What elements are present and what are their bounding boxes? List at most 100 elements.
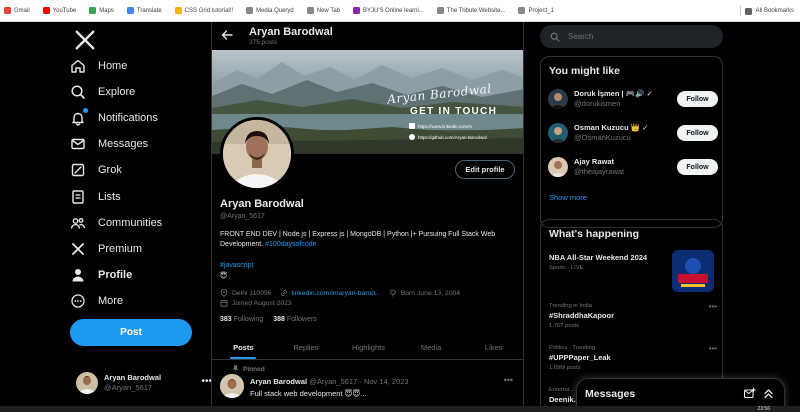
profile-name: Aryan Barodwal bbox=[220, 198, 304, 210]
show-more-link[interactable]: Show more bbox=[549, 193, 587, 202]
bookmark-byjus[interactable]: BYJU'S Online learni... bbox=[353, 7, 424, 14]
compose-message-icon[interactable] bbox=[743, 387, 756, 400]
trend-subtitle: Sports · LIVE bbox=[549, 265, 584, 271]
nav-grok[interactable]: Grok bbox=[70, 159, 122, 181]
account-handle: @Aryan_5617 bbox=[104, 383, 153, 392]
profile-tabs: Posts Replies Highlights Media Likes bbox=[212, 336, 523, 360]
search-icon bbox=[550, 32, 560, 42]
profile-avatar[interactable] bbox=[220, 117, 294, 191]
system-clock: 23:56 bbox=[757, 406, 770, 412]
search-bar[interactable] bbox=[540, 25, 723, 48]
nav-notifications[interactable]: Notifications bbox=[70, 107, 158, 129]
globe-icon bbox=[518, 7, 526, 14]
profile-handle: @Aryan_5617 bbox=[220, 213, 265, 220]
follow-button[interactable]: Follow bbox=[677, 125, 718, 141]
list-icon bbox=[70, 189, 86, 205]
expand-chevron-icon[interactable] bbox=[762, 387, 775, 400]
bookmark-gmail[interactable]: Gmail bbox=[4, 7, 30, 14]
bookmark-translate[interactable]: Translate bbox=[126, 7, 162, 14]
os-taskbar bbox=[0, 406, 800, 412]
following-link[interactable]: 383 Following bbox=[220, 316, 263, 323]
account-switcher[interactable]: Aryan Barodwal @Aryan_5617 ••• bbox=[76, 370, 212, 396]
avatar bbox=[548, 157, 568, 177]
you-might-like-card: You might like Doruk İşmen | 🎮🔊 ✓ @doruki… bbox=[540, 56, 723, 228]
balloon-icon bbox=[389, 289, 397, 297]
translate-icon bbox=[126, 7, 134, 14]
bookmark-new-tab[interactable]: New Tab bbox=[306, 7, 340, 14]
suggestion-row[interactable]: Osman Kuzucu 👑 ✓ @OsmanKuzucu Follow bbox=[548, 120, 718, 146]
nba-logo-icon bbox=[672, 250, 714, 292]
nav-messages[interactable]: Messages bbox=[70, 133, 148, 155]
css-grid-icon bbox=[174, 7, 182, 14]
tweet-header: Aryan Barodwal @Aryan_5617 · Nov 14, 202… bbox=[250, 377, 409, 386]
profile-website-link[interactable]: linkedin.com/in/aryan-barod... bbox=[292, 290, 381, 297]
messages-drawer-title: Messages bbox=[585, 388, 636, 400]
location-icon bbox=[220, 289, 228, 297]
all-bookmarks[interactable]: All Bookmarks bbox=[735, 0, 794, 21]
tab-posts[interactable]: Posts bbox=[212, 336, 275, 359]
nav-home[interactable]: Home bbox=[70, 55, 127, 77]
avatar-photo bbox=[223, 120, 291, 188]
tab-replies[interactable]: Replies bbox=[275, 336, 338, 359]
bookmark-maps[interactable]: Maps bbox=[89, 7, 114, 14]
trend-title: #UPPPaper_Leak bbox=[549, 353, 611, 362]
bookmark-tribute[interactable]: The Tribute Website... bbox=[436, 7, 505, 14]
banner-linkedin: https://www.linkedin.com/in bbox=[409, 123, 472, 129]
tweet-more-icon[interactable]: ••• bbox=[504, 375, 513, 385]
trend-subtitle: 1.09M posts bbox=[549, 365, 581, 371]
trend-item[interactable]: Politics · Trending #UPPPaper_Leak 1.09M… bbox=[549, 344, 717, 371]
profile-header: Aryan Barodwal 375 posts bbox=[212, 22, 523, 50]
left-navigation: Home Explore Notifications Messages Grok… bbox=[70, 22, 212, 412]
notification-badge bbox=[82, 107, 89, 114]
follow-button[interactable]: Follow bbox=[677, 91, 718, 107]
trend-title: #ShraddhaKapoor bbox=[549, 311, 615, 320]
profile-column: Aryan Barodwal 375 posts Aryan Barodwal … bbox=[211, 22, 524, 412]
follow-button[interactable]: Follow bbox=[677, 159, 718, 175]
trend-item[interactable]: Trending in India #ShraddhaKapoor 1,767 … bbox=[549, 302, 717, 329]
back-arrow-icon[interactable] bbox=[221, 29, 233, 41]
nav-communities[interactable]: Communities bbox=[70, 212, 162, 234]
trend-item[interactable]: NBA All-Star Weekend 2024 Sports · LIVE bbox=[549, 253, 659, 271]
youtube-icon bbox=[42, 7, 50, 14]
you-might-like-title: You might like bbox=[549, 65, 620, 77]
banner-headline: GET IN TOUCH bbox=[410, 106, 498, 117]
suggestion-handle: @dorukismen bbox=[574, 99, 621, 108]
nba-allstar-image[interactable] bbox=[672, 250, 714, 292]
mail-icon bbox=[70, 136, 86, 152]
tab-likes[interactable]: Likes bbox=[462, 336, 523, 359]
edit-profile-button[interactable]: Edit profile bbox=[455, 160, 515, 179]
suggestion-row[interactable]: Doruk İşmen | 🎮🔊 ✓ @dorukismen Follow bbox=[548, 86, 718, 112]
nav-more[interactable]: More bbox=[70, 290, 123, 312]
post-button[interactable]: Post bbox=[70, 319, 192, 346]
bookmark-media-query[interactable]: Media Queryd bbox=[246, 7, 294, 14]
banner-github: https://github.com/Aryan-Barodwal bbox=[409, 134, 487, 140]
bookmark-project[interactable]: Project_1 bbox=[518, 7, 554, 14]
followers-link[interactable]: 388 Followers bbox=[273, 316, 317, 323]
trend-more-icon[interactable]: ••• bbox=[709, 302, 717, 311]
tweet-date[interactable]: Nov 14, 2023 bbox=[364, 377, 409, 386]
x-logo-icon[interactable] bbox=[74, 29, 96, 51]
grok-icon bbox=[70, 162, 86, 178]
avatar bbox=[548, 123, 568, 143]
gmail-icon bbox=[4, 7, 11, 14]
profile-hashtag[interactable]: #javascript bbox=[220, 262, 253, 269]
bookmark-css-grid[interactable]: CSS Grid tutorial!! bbox=[174, 7, 233, 14]
trend-more-icon[interactable]: ••• bbox=[709, 344, 717, 353]
bookmark-youtube[interactable]: YouTube bbox=[42, 7, 76, 14]
nav-explore[interactable]: Explore bbox=[70, 81, 135, 103]
search-input[interactable] bbox=[568, 32, 708, 41]
user-icon bbox=[70, 267, 86, 283]
tab-highlights[interactable]: Highlights bbox=[337, 336, 400, 359]
tab-media[interactable]: Media bbox=[400, 336, 463, 359]
tweet-avatar[interactable] bbox=[220, 374, 244, 398]
bio-text: FRONT END DEV | Node js | Express js | M… bbox=[220, 231, 496, 248]
nav-lists[interactable]: Lists bbox=[70, 186, 121, 208]
tweet-author[interactable]: Aryan Barodwal bbox=[250, 377, 307, 386]
header-post-count: 375 posts bbox=[249, 39, 278, 46]
nav-profile[interactable]: Profile bbox=[70, 264, 132, 286]
suggestion-handle: @OsmanKuzucu bbox=[574, 133, 631, 142]
suggestion-row[interactable]: Ajay Rawat @theajayrawat Follow bbox=[548, 154, 718, 180]
profile-joined-row: Joined August 2023 bbox=[220, 299, 292, 307]
nav-premium[interactable]: Premium bbox=[70, 238, 142, 260]
bio-hashtag-link[interactable]: #100daysofcode bbox=[265, 241, 316, 248]
